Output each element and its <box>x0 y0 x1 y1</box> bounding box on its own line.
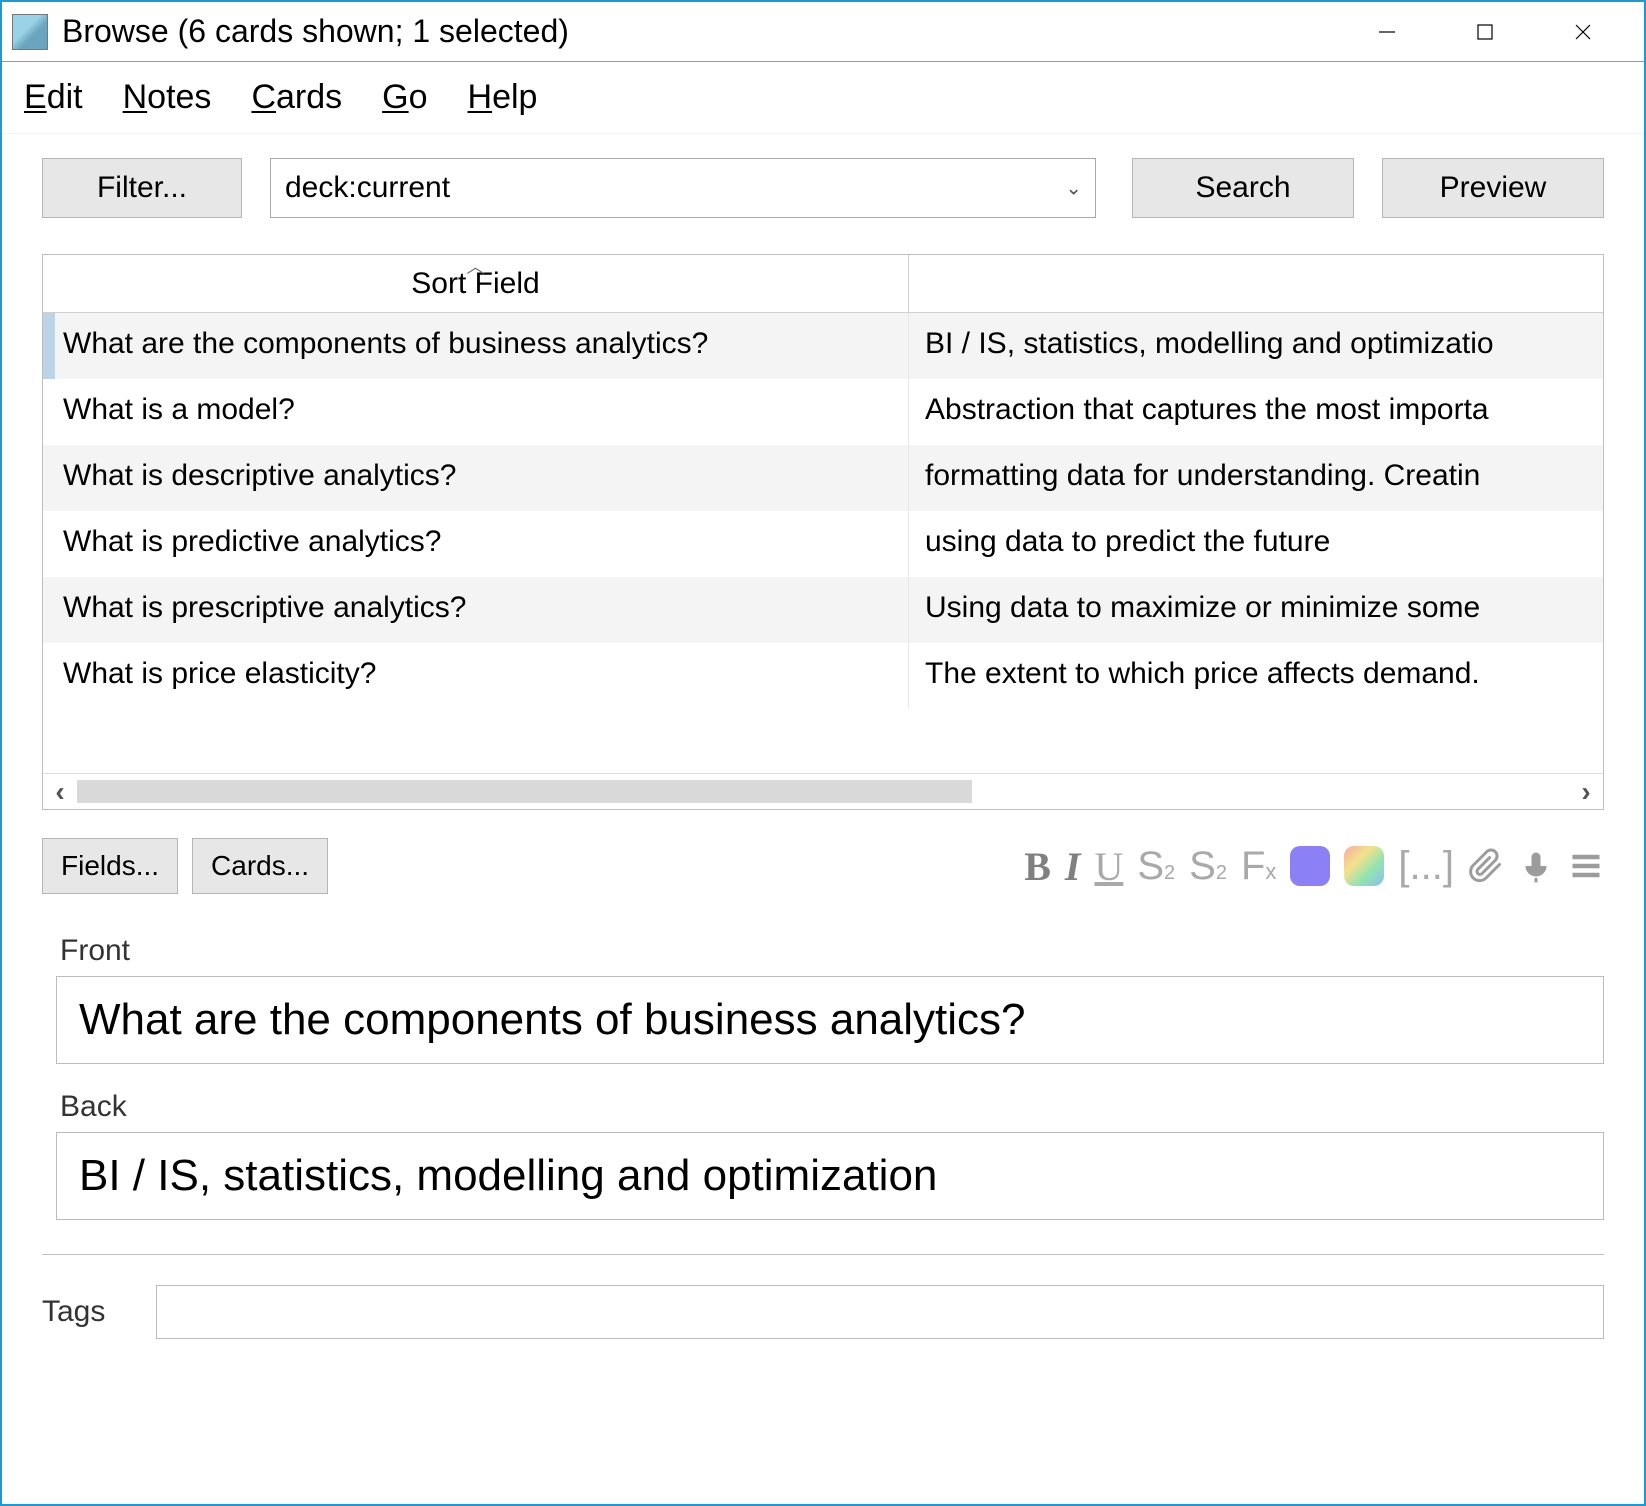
format-toolbar: B I U S2 S2 Fx [...] <box>1024 843 1604 890</box>
card-table: ︿ Sort Field What are the components of … <box>42 254 1604 810</box>
preview-button[interactable]: Preview <box>1382 158 1604 218</box>
app-icon <box>12 14 48 50</box>
cell-front: What is descriptive analytics? <box>43 445 909 511</box>
cloze-icon[interactable]: [...] <box>1398 844 1454 889</box>
column-2[interactable] <box>909 255 1603 312</box>
table-row[interactable]: What are the components of business anal… <box>43 313 1603 379</box>
table-row[interactable]: What is descriptive analytics? formattin… <box>43 445 1603 511</box>
column-sort-field[interactable]: ︿ Sort Field <box>43 255 909 312</box>
search-combo[interactable]: ⌄ <box>270 158 1096 218</box>
front-label: Front <box>60 934 1604 968</box>
menu-help[interactable]: Help <box>468 78 538 117</box>
scroll-thumb[interactable] <box>77 780 972 803</box>
superscript-icon[interactable]: S2 <box>1137 844 1175 889</box>
underline-icon[interactable]: U <box>1094 843 1123 890</box>
tags-label: Tags <box>42 1295 132 1329</box>
minimize-button[interactable] <box>1352 7 1422 57</box>
titlebar: Browse (6 cards shown; 1 selected) <box>2 2 1644 62</box>
italic-icon[interactable]: I <box>1065 843 1081 890</box>
cards-button[interactable]: Cards... <box>192 838 328 894</box>
table-header[interactable]: ︿ Sort Field <box>43 255 1603 313</box>
clear-format-icon[interactable]: Fx <box>1241 844 1276 889</box>
cell-front: What is price elasticity? <box>43 643 909 709</box>
back-field[interactable]: BI / IS, statistics, modelling and optim… <box>56 1132 1604 1220</box>
front-field[interactable]: What are the components of business anal… <box>56 976 1604 1064</box>
selection-indicator <box>43 313 55 379</box>
menu-cards[interactable]: Cards <box>251 78 342 117</box>
menu-edit[interactable]: Edit <box>24 78 83 117</box>
more-icon[interactable] <box>1568 848 1604 884</box>
scroll-left-icon[interactable]: ‹ <box>43 774 77 810</box>
cell-back: BI / IS, statistics, modelling and optim… <box>909 313 1603 379</box>
horizontal-scrollbar[interactable]: ‹ › <box>43 773 1603 809</box>
cell-back: Abstraction that captures the most impor… <box>909 379 1603 445</box>
close-button[interactable] <box>1548 7 1618 57</box>
filter-button[interactable]: Filter... <box>42 158 242 218</box>
menu-notes[interactable]: Notes <box>123 78 212 117</box>
cell-front: What are the components of business anal… <box>43 313 909 379</box>
cell-front: What is prescriptive analytics? <box>43 577 909 643</box>
cell-front: What is a model? <box>43 379 909 445</box>
search-input[interactable] <box>270 158 1096 218</box>
chevron-down-icon[interactable]: ⌄ <box>1065 176 1082 201</box>
fields-button[interactable]: Fields... <box>42 838 178 894</box>
tags-input[interactable] <box>156 1285 1604 1339</box>
sort-asc-icon: ︿ <box>467 253 485 279</box>
menu-go[interactable]: Go <box>382 78 427 117</box>
window-title: Browse (6 cards shown; 1 selected) <box>62 13 1352 50</box>
scroll-right-icon[interactable]: › <box>1569 774 1603 810</box>
divider <box>42 1254 1604 1255</box>
table-row[interactable]: What is price elasticity? The extent to … <box>43 643 1603 709</box>
editor-toolbar: Fields... Cards... B I U S2 S2 Fx [...] <box>42 838 1604 894</box>
menubar: Edit Notes Cards Go Help <box>2 62 1644 134</box>
cell-back: using data to predict the future <box>909 511 1603 577</box>
bold-icon[interactable]: B <box>1024 843 1051 890</box>
search-button[interactable]: Search <box>1132 158 1354 218</box>
table-row[interactable]: What is predictive analytics? using data… <box>43 511 1603 577</box>
subscript-icon[interactable]: S2 <box>1189 844 1227 889</box>
text-color-icon[interactable] <box>1290 846 1330 886</box>
back-label: Back <box>60 1090 1604 1124</box>
cell-back: The extent to which price affects demand… <box>909 643 1603 709</box>
tags-row: Tags <box>42 1285 1604 1339</box>
cell-back: formatting data for understanding. Creat… <box>909 445 1603 511</box>
maximize-button[interactable] <box>1450 7 1520 57</box>
table-row[interactable]: What is a model? Abstraction that captur… <box>43 379 1603 445</box>
table-body[interactable]: What are the components of business anal… <box>43 313 1603 773</box>
search-row: Filter... ⌄ Search Preview <box>42 158 1604 218</box>
cell-front: What is predictive analytics? <box>43 511 909 577</box>
cell-back: Using data to maximize or minimize some <box>909 577 1603 643</box>
color-picker-icon[interactable] <box>1344 846 1384 886</box>
attachment-icon[interactable] <box>1468 848 1504 884</box>
table-row[interactable]: What is prescriptive analytics? Using da… <box>43 577 1603 643</box>
record-icon[interactable] <box>1518 848 1554 884</box>
